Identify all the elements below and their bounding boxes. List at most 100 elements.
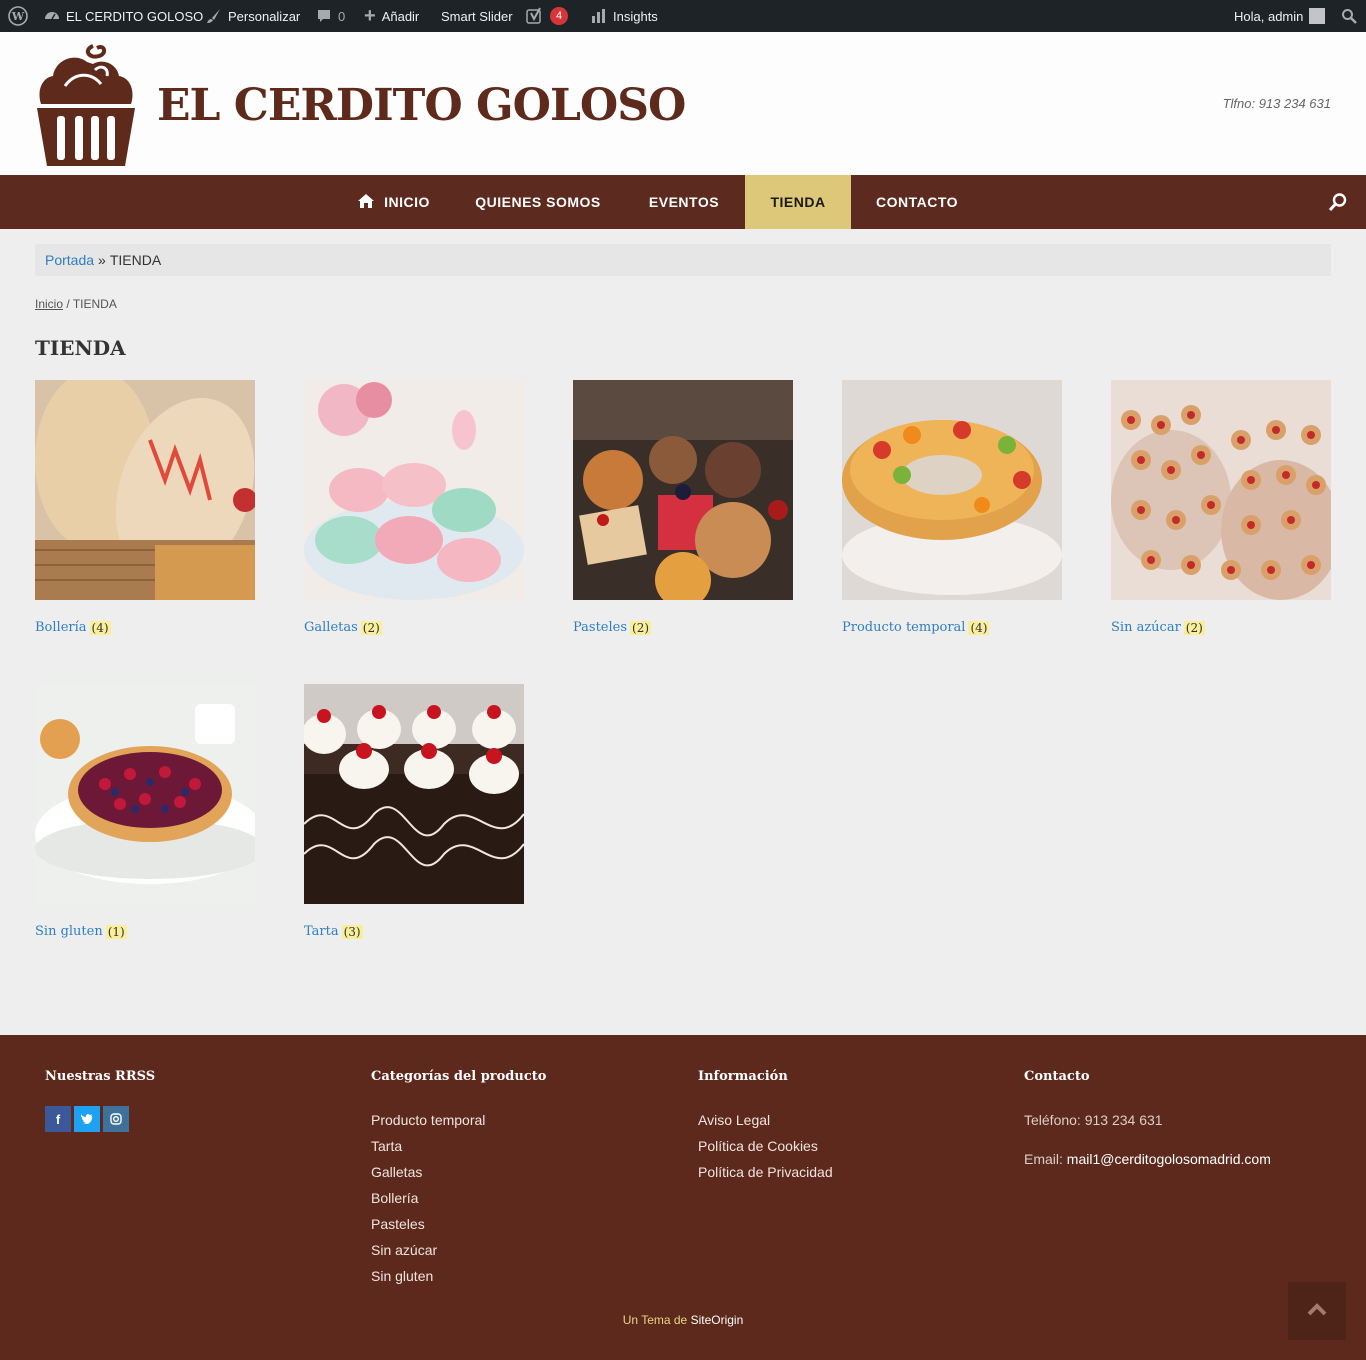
admin-account[interactable]: Hola, admin — [1234, 0, 1326, 32]
admin-yoast[interactable]: 4 — [526, 0, 568, 32]
admin-customize[interactable]: Personalizar — [206, 0, 300, 32]
category-name[interactable]: Pasteles — [573, 620, 627, 635]
plus-icon: + — [364, 4, 376, 27]
footer-cookies-link[interactable]: Política de Cookies — [698, 1133, 833, 1159]
footer-aviso-legal-link[interactable]: Aviso Legal — [698, 1107, 833, 1133]
footer-category-link[interactable]: Producto temporal — [371, 1107, 485, 1133]
nav-label-tienda: TIENDA — [770, 194, 826, 210]
footer-category-link[interactable]: Sin azúcar — [371, 1237, 485, 1263]
yoast-badge: 4 — [550, 7, 568, 25]
home-icon — [358, 193, 375, 211]
site-header: EL CERDITO GOLOSO Tlfno: 913 234 631 — [0, 32, 1366, 175]
footer-category-link[interactable]: Bollería — [371, 1185, 485, 1211]
category-image-producto-temporal[interactable] — [842, 380, 1062, 600]
siteorigin-link[interactable]: SiteOrigin — [691, 1313, 744, 1327]
site-title[interactable]: EL CERDITO GOLOSO — [157, 80, 686, 131]
nav-item-inicio[interactable]: INICIO — [335, 175, 453, 229]
category-count: (2) — [630, 620, 652, 635]
nav-item-contacto[interactable]: CONTACTO — [851, 175, 983, 229]
social-links: f — [45, 1106, 129, 1132]
category-name[interactable]: Sin gluten — [35, 924, 103, 939]
woo-breadcrumb-separator: / — [66, 297, 70, 311]
category-card-producto-temporal[interactable]: Producto temporal (4) — [842, 380, 1062, 635]
category-card-bolleria[interactable]: Bollería (4) — [35, 380, 255, 635]
category-image-tarta[interactable] — [304, 684, 524, 904]
woo-breadcrumb-home-link[interactable]: Inicio — [35, 297, 63, 311]
nav-item-tienda[interactable]: TIENDA — [745, 175, 851, 229]
footer-email-link[interactable]: mail1@cerditogolosomadrid.com — [1067, 1151, 1271, 1167]
comment-icon — [316, 8, 332, 24]
instagram-icon[interactable] — [103, 1106, 129, 1132]
category-card-galletas[interactable]: Galletas (2) — [304, 380, 524, 635]
admin-comments[interactable]: 0 — [316, 0, 345, 32]
main-navigation: INICIO QUIENES SOMOS EVENTOS TIENDA CONT… — [0, 175, 1366, 229]
category-count: (2) — [360, 620, 382, 635]
footer-info-list: Aviso Legal Política de Cookies Política… — [698, 1107, 833, 1185]
category-image-sin-gluten[interactable] — [35, 684, 255, 904]
woo-breadcrumb-current: TIENDA — [72, 297, 117, 311]
category-name[interactable]: Galletas — [304, 620, 358, 635]
category-count: (1) — [105, 924, 127, 939]
cupcake-logo-icon[interactable] — [35, 42, 137, 167]
admin-smart-slider[interactable]: Smart Slider — [441, 0, 513, 32]
footer-email-row: Email: mail1@cerditogolosomadrid.com — [1024, 1149, 1271, 1169]
admin-search-icon[interactable] — [1341, 0, 1357, 32]
breadcrumb-home-link[interactable]: Portada — [45, 252, 94, 268]
search-icon[interactable] — [1328, 192, 1348, 212]
admin-insights[interactable]: Insights — [591, 0, 658, 32]
nav-item-quienes-somos[interactable]: QUIENES SOMOS — [453, 175, 623, 229]
category-count: (4) — [89, 620, 111, 635]
footer-phone: Teléfono: 913 234 631 — [1024, 1112, 1163, 1128]
svg-text:W: W — [11, 10, 25, 23]
comments-count: 0 — [338, 8, 346, 24]
nav-label-eventos: EVENTOS — [648, 194, 720, 210]
category-image-pasteles[interactable] — [573, 380, 793, 600]
brush-icon — [206, 8, 222, 24]
category-link[interactable]: Sin gluten (1) — [35, 924, 255, 939]
wordpress-logo-icon[interactable]: W — [8, 0, 28, 32]
footer-categories-list: Producto temporal Tarta Galletas Bollerí… — [371, 1107, 485, 1289]
breadcrumb-separator: » — [98, 252, 106, 268]
scroll-to-top-button[interactable] — [1288, 1282, 1346, 1340]
facebook-icon[interactable]: f — [45, 1106, 71, 1132]
credit-prefix: Un Tema de — [622, 1313, 688, 1327]
chevron-up-icon — [1307, 1302, 1327, 1321]
category-image-sin-azucar[interactable] — [1111, 380, 1331, 600]
category-link[interactable]: Galletas (2) — [304, 620, 524, 635]
twitter-icon[interactable] — [74, 1106, 100, 1132]
footer-privacy-link[interactable]: Política de Privacidad — [698, 1159, 833, 1185]
footer-category-link[interactable]: Sin gluten — [371, 1263, 485, 1289]
category-link[interactable]: Sin azúcar (2) — [1111, 620, 1331, 635]
category-card-sin-azucar[interactable]: Sin azúcar (2) — [1111, 380, 1331, 635]
admin-insights-label: Insights — [613, 8, 658, 24]
category-name[interactable]: Bollería — [35, 620, 87, 635]
category-image-bolleria[interactable] — [35, 380, 255, 600]
category-link[interactable]: Tarta (3) — [304, 924, 524, 939]
category-link[interactable]: Bollería (4) — [35, 620, 255, 635]
category-card-tarta[interactable]: Tarta (3) — [304, 684, 524, 939]
category-name[interactable]: Sin azúcar — [1111, 620, 1181, 635]
category-link[interactable]: Producto temporal (4) — [842, 620, 1062, 635]
footer-category-link[interactable]: Pasteles — [371, 1211, 485, 1237]
category-card-pasteles[interactable]: Pasteles (2) — [573, 380, 793, 635]
nav-label-inicio: INICIO — [384, 194, 430, 210]
footer-category-link[interactable]: Galletas — [371, 1159, 485, 1185]
nav-label-contacto: CONTACTO — [875, 194, 959, 210]
category-count: (3) — [341, 924, 363, 939]
admin-add-new[interactable]: + Añadir — [364, 0, 419, 32]
admin-smart-slider-label: Smart Slider — [441, 8, 513, 24]
nav-item-eventos[interactable]: EVENTOS — [623, 175, 745, 229]
category-card-sin-gluten[interactable]: Sin gluten (1) — [35, 684, 255, 939]
admin-site-name-label: EL CERDITO GOLOSO — [66, 8, 204, 24]
footer-contact-title: Contacto — [1024, 1069, 1090, 1084]
category-name[interactable]: Tarta — [304, 924, 339, 939]
admin-site-name[interactable]: EL CERDITO GOLOSO — [44, 0, 203, 32]
category-image-galletas[interactable] — [304, 380, 524, 600]
category-link[interactable]: Pasteles (2) — [573, 620, 793, 635]
bar-chart-icon — [591, 8, 607, 24]
footer-contact: Teléfono: 913 234 631 Email: mail1@cerdi… — [1024, 1107, 1271, 1169]
category-name[interactable]: Producto temporal — [842, 620, 965, 635]
admin-customize-label: Personalizar — [228, 8, 301, 24]
footer-category-link[interactable]: Tarta — [371, 1133, 485, 1159]
header-phone: Tlfno: 913 234 631 — [1222, 96, 1331, 111]
